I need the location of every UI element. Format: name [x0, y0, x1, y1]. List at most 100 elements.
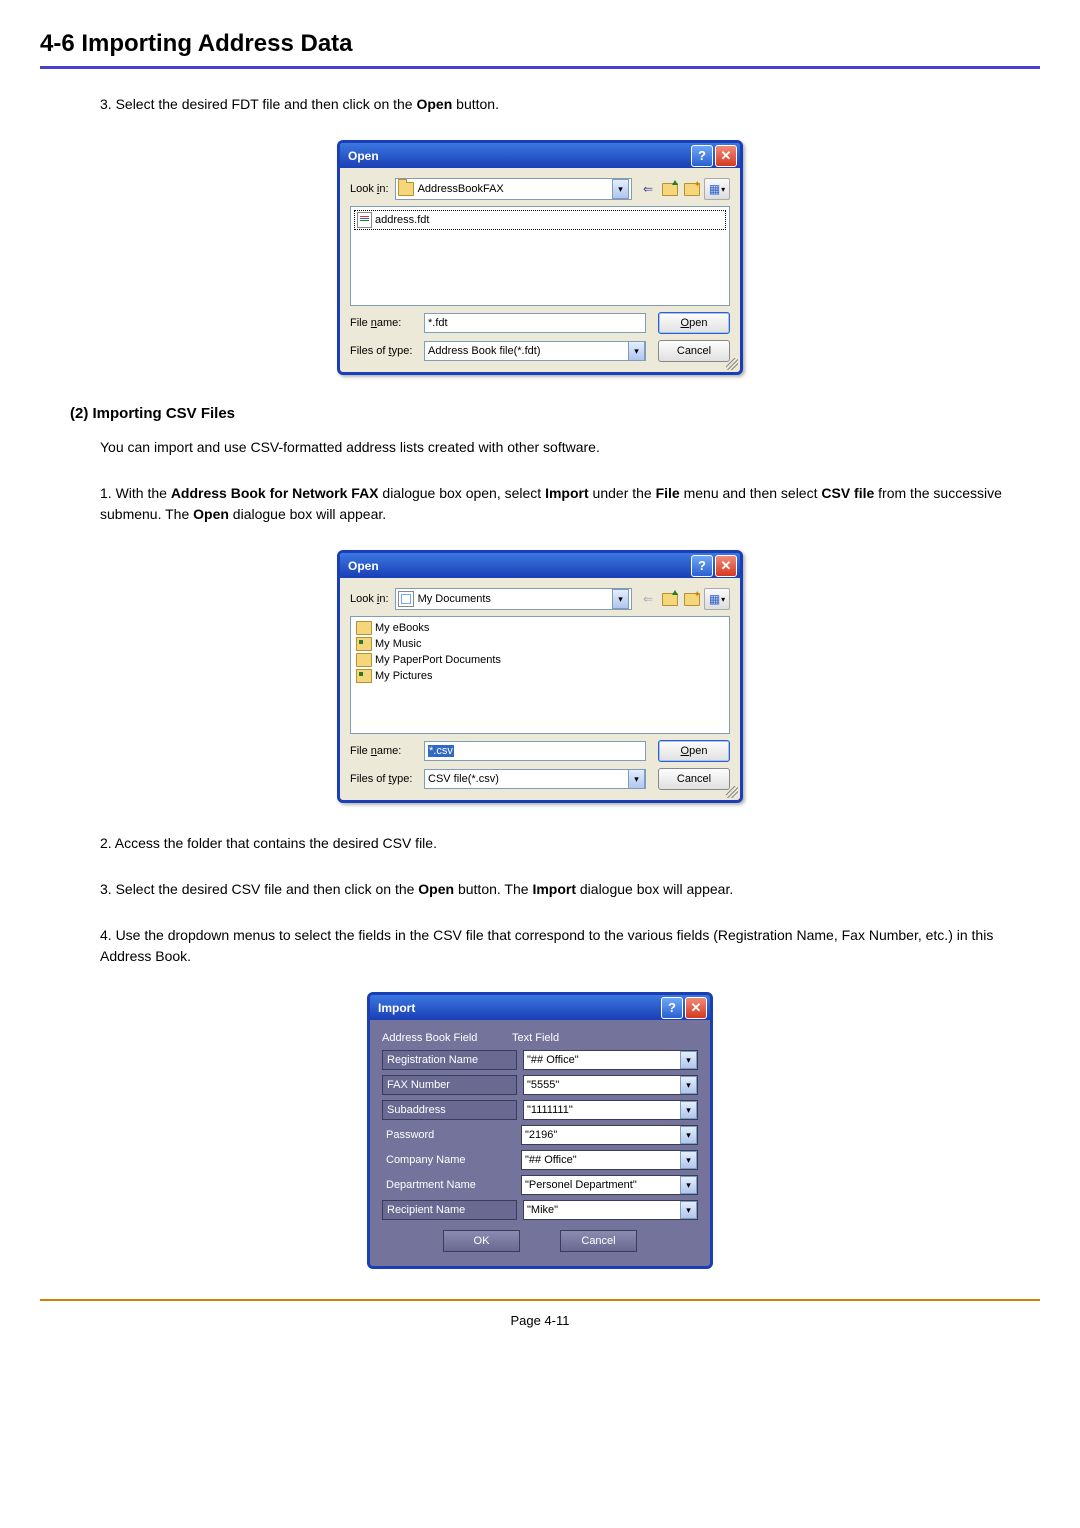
dropdown-arrow-icon[interactable]	[612, 589, 629, 609]
subsection-title: (2) Importing CSV Files	[70, 405, 1040, 422]
field-select-recipient-name[interactable]: "Mike"	[523, 1200, 698, 1220]
instruction-step-3: 3. Select the desired FDT file and then …	[100, 94, 1040, 115]
filetype-select[interactable]: CSV file(*.csv)	[424, 769, 646, 789]
field-select-company-name[interactable]: "## Office"	[521, 1150, 698, 1170]
field-label-password: Password	[382, 1126, 515, 1144]
filename-input[interactable]: *.fdt	[424, 313, 646, 333]
field-label-fax-number: FAX Number	[382, 1075, 517, 1095]
folder-item[interactable]: My PaperPort Documents	[354, 652, 726, 668]
import-dialog: Import ? ✕ Address Book Field Text Field…	[367, 992, 713, 1269]
dropdown-arrow-icon[interactable]	[628, 769, 645, 789]
field-select-fax-number[interactable]: "5555"	[523, 1075, 698, 1095]
ok-button[interactable]: OK	[443, 1230, 520, 1252]
open-dialog-csv: Open ? ✕ Look in: My Documents	[337, 550, 743, 803]
my-documents-icon	[398, 591, 414, 607]
dropdown-arrow-icon[interactable]	[628, 341, 645, 361]
dropdown-arrow-icon[interactable]	[612, 179, 629, 199]
field-select-department-name[interactable]: "Personel Department"	[521, 1175, 698, 1195]
folder-item[interactable]: My eBooks	[354, 620, 726, 636]
open-button[interactable]: Open	[658, 312, 730, 334]
lookin-folder-name: AddressBookFAX	[418, 183, 504, 195]
horizontal-rule	[40, 66, 1040, 69]
dropdown-arrow-icon[interactable]	[680, 1101, 697, 1119]
filetype-value: Address Book file(*.fdt)	[428, 345, 541, 357]
folder-item-label: My eBooks	[375, 622, 429, 634]
dropdown-arrow-icon[interactable]	[680, 1126, 697, 1144]
dropdown-arrow-icon[interactable]	[680, 1076, 697, 1094]
open-button[interactable]: Open	[658, 740, 730, 762]
page-number: Page 4-11	[40, 1313, 1040, 1328]
back-icon[interactable]	[638, 179, 658, 199]
dropdown-arrow-icon[interactable]	[680, 1176, 697, 1194]
folder-item[interactable]: My Music	[354, 636, 726, 652]
lookin-folder-name: My Documents	[418, 593, 491, 605]
close-icon[interactable]: ✕	[715, 145, 737, 167]
dropdown-arrow-icon[interactable]	[680, 1201, 697, 1219]
up-one-level-icon[interactable]	[660, 589, 680, 609]
import-header-left: Address Book Field	[382, 1032, 512, 1044]
dialog-title: Import	[378, 1001, 659, 1015]
titlebar[interactable]: Open ? ✕	[340, 553, 740, 578]
folder-icon	[356, 621, 372, 635]
open-dialog-fdt: Open ? ✕ Look in: AddressBookFAX	[337, 140, 743, 375]
close-icon[interactable]: ✕	[685, 997, 707, 1019]
lookin-select[interactable]: My Documents	[395, 588, 632, 610]
instruction-step-4: 4. Use the dropdown menus to select the …	[100, 925, 1040, 967]
instruction-step-2b: 2. Access the folder that contains the d…	[100, 833, 1040, 854]
footer-rule	[40, 1299, 1040, 1301]
lookin-label: Look in:	[350, 593, 389, 605]
view-menu-icon[interactable]	[704, 178, 730, 200]
folder-item-label: My Music	[375, 638, 421, 650]
filetype-select[interactable]: Address Book file(*.fdt)	[424, 341, 646, 361]
document-icon	[357, 212, 372, 228]
help-icon[interactable]: ?	[691, 555, 713, 577]
titlebar[interactable]: Open ? ✕	[340, 143, 740, 168]
file-item[interactable]: address.fdt	[354, 210, 726, 230]
file-list-area[interactable]: address.fdt	[350, 206, 730, 306]
music-folder-icon	[356, 637, 372, 651]
view-menu-icon[interactable]	[704, 588, 730, 610]
help-icon[interactable]: ?	[691, 145, 713, 167]
back-icon[interactable]	[638, 589, 658, 609]
dialog-title: Open	[348, 149, 689, 163]
cancel-button[interactable]: Cancel	[658, 768, 730, 790]
filetype-label: Files of type:	[350, 345, 418, 357]
dropdown-arrow-icon[interactable]	[680, 1151, 697, 1169]
filetype-value: CSV file(*.csv)	[428, 773, 499, 785]
new-folder-icon[interactable]	[682, 589, 702, 609]
import-header: Address Book Field Text Field	[382, 1032, 698, 1044]
folder-item-label: My Pictures	[375, 670, 432, 682]
field-label-subaddress: Subaddress	[382, 1100, 517, 1120]
up-one-level-icon[interactable]	[660, 179, 680, 199]
file-list-area[interactable]: My eBooks My Music My PaperPort Document…	[350, 616, 730, 734]
lookin-toolbar	[638, 178, 730, 200]
dialog-title: Open	[348, 559, 689, 573]
cancel-button[interactable]: Cancel	[658, 340, 730, 362]
section-title: 4-6 Importing Address Data	[40, 30, 1040, 58]
filename-label: File name:	[350, 745, 418, 757]
folder-item[interactable]: My Pictures	[354, 668, 726, 684]
import-header-right: Text Field	[512, 1032, 559, 1044]
filename-input[interactable]: *.csv	[424, 741, 646, 761]
file-item-label: address.fdt	[375, 214, 429, 226]
new-folder-icon[interactable]	[682, 179, 702, 199]
dropdown-arrow-icon[interactable]	[680, 1051, 697, 1069]
help-icon[interactable]: ?	[661, 997, 683, 1019]
field-select-registration-name[interactable]: "## Office"	[523, 1050, 698, 1070]
instruction-step-3b: 3. Select the desired CSV file and then …	[100, 879, 1040, 900]
filename-label: File name:	[350, 317, 418, 329]
folder-icon	[398, 182, 414, 196]
instruction-step-1: 1. With the Address Book for Network FAX…	[100, 483, 1040, 525]
lookin-select[interactable]: AddressBookFAX	[395, 178, 632, 200]
titlebar[interactable]: Import ? ✕	[370, 995, 710, 1020]
intro-text: You can import and use CSV-formatted add…	[100, 437, 1040, 458]
field-select-password[interactable]: "2196"	[521, 1125, 698, 1145]
field-select-subaddress[interactable]: "1111111"	[523, 1100, 698, 1120]
cancel-button[interactable]: Cancel	[560, 1230, 637, 1252]
folder-item-label: My PaperPort Documents	[375, 654, 501, 666]
field-label-recipient-name: Recipient Name	[382, 1200, 517, 1220]
pictures-folder-icon	[356, 669, 372, 683]
field-label-department-name: Department Name	[382, 1176, 515, 1194]
field-label-company-name: Company Name	[382, 1151, 515, 1169]
close-icon[interactable]: ✕	[715, 555, 737, 577]
